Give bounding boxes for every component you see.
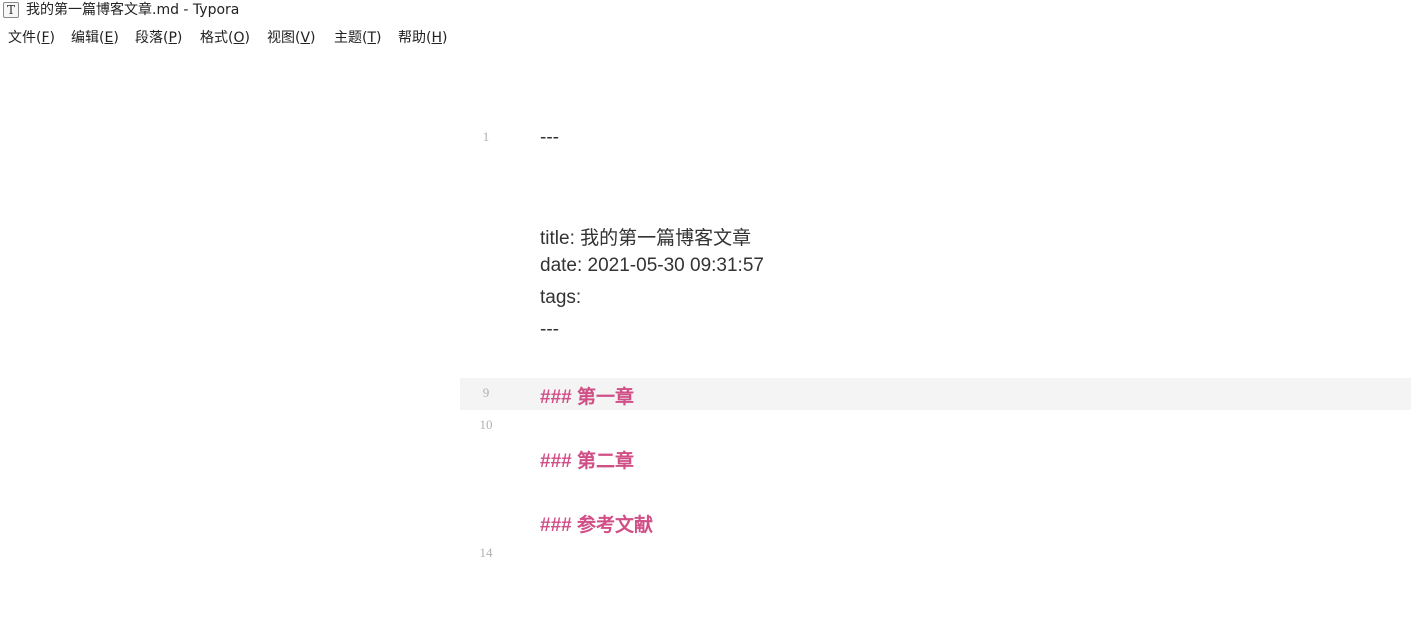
- title-bar: T 我的第一篇博客文章.md - Typora: [0, 0, 1411, 22]
- front-matter-open[interactable]: ---: [540, 127, 559, 149]
- line-number: 10: [479, 417, 493, 432]
- heading-chapter-one[interactable]: ### 第一章: [540, 382, 634, 409]
- heading-chapter-two[interactable]: ### 第二章: [540, 446, 634, 473]
- front-matter-close[interactable]: ---: [540, 319, 559, 341]
- menu-edit[interactable]: 编辑(E): [71, 28, 119, 48]
- menu-file[interactable]: 文件(F): [8, 28, 55, 48]
- window-title: 我的第一篇博客文章.md - Typora: [26, 2, 240, 18]
- editor-area[interactable]: 1 --- title: 我的第一篇博客文章 date: 2021-05-30 …: [0, 60, 1411, 637]
- heading-references[interactable]: ### 参考文献: [540, 510, 653, 537]
- menu-view[interactable]: 视图(V): [267, 28, 316, 48]
- typora-app-icon[interactable]: T: [3, 2, 19, 18]
- menu-help[interactable]: 帮助(H): [398, 28, 447, 48]
- menu-theme[interactable]: 主题(T): [334, 28, 382, 48]
- front-matter-tags[interactable]: tags:: [540, 287, 581, 309]
- menu-bar: 文件(F) 编辑(E) 段落(P) 格式(O) 视图(V) 主题(T) 帮助(H…: [0, 28, 1411, 48]
- menu-paragraph[interactable]: 段落(P): [135, 28, 182, 48]
- line-number: 9: [482, 385, 490, 400]
- line-number: 14: [479, 545, 493, 560]
- front-matter-date[interactable]: date: 2021-05-30 09:31:57: [540, 255, 764, 277]
- menu-format[interactable]: 格式(O): [200, 28, 250, 48]
- front-matter-title[interactable]: title: 我的第一篇博客文章: [540, 223, 751, 250]
- line-number: 1: [482, 129, 490, 144]
